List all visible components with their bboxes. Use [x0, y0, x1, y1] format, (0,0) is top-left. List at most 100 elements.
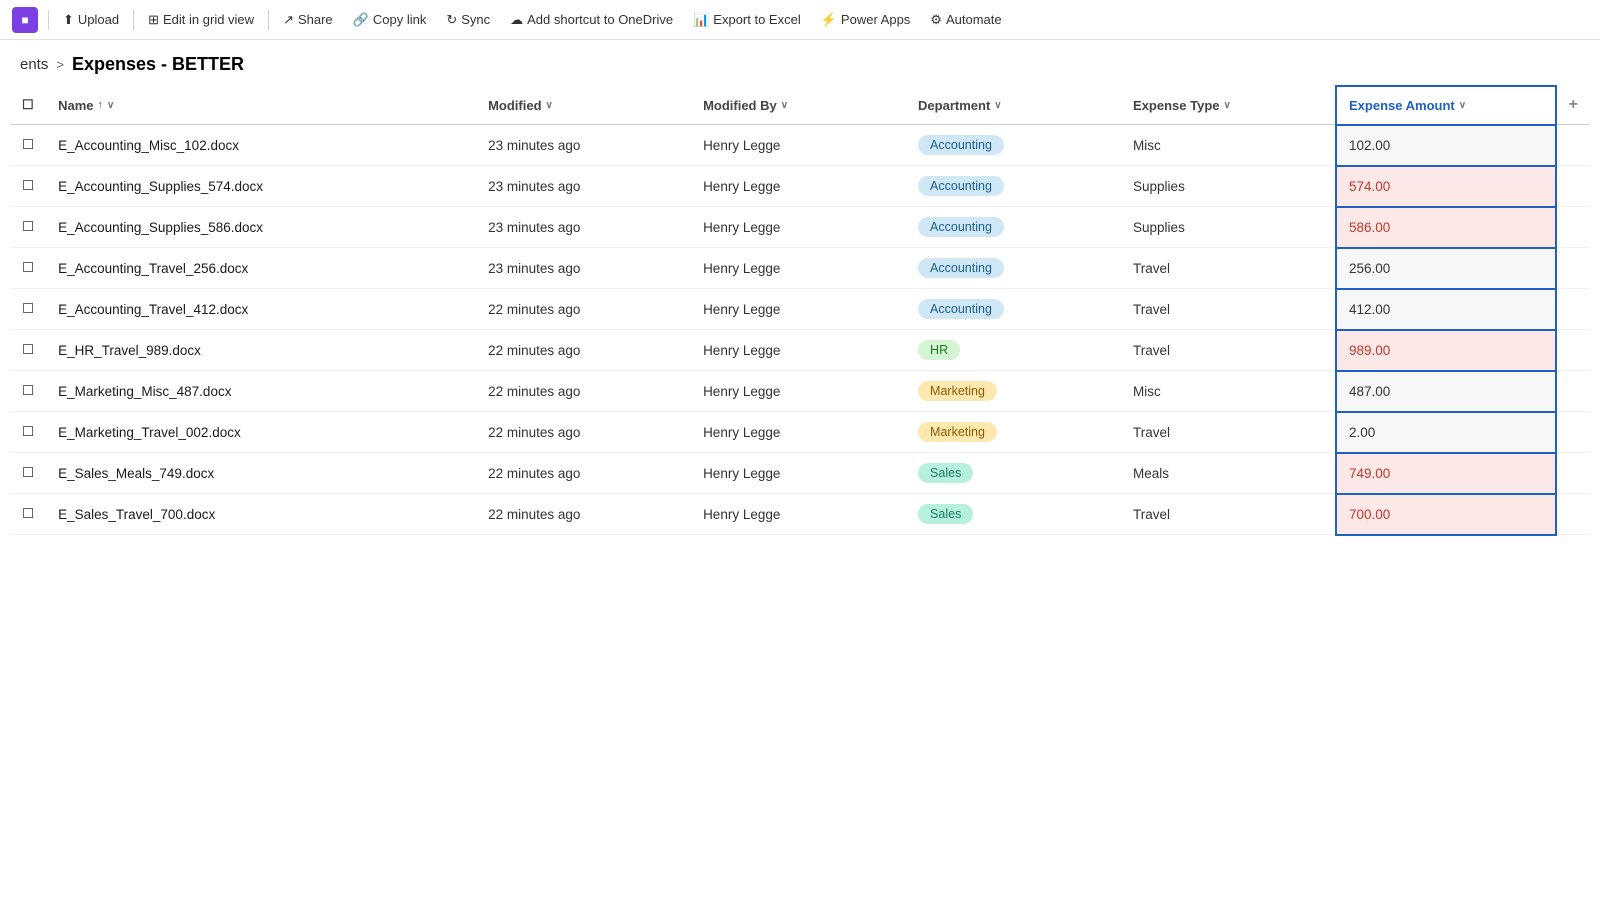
table-row[interactable]: ☐E_HR_Travel_989.docx22 minutes agoHenry… [10, 330, 1590, 371]
department-cell: Accounting [906, 289, 1121, 330]
expense-type-cell: Travel [1121, 289, 1336, 330]
file-name-cell[interactable]: E_Marketing_Misc_487.docx [46, 371, 476, 412]
add-col-cell [1556, 330, 1590, 371]
share-button[interactable]: ↗ Share [275, 8, 341, 32]
table-row[interactable]: ☐E_Accounting_Travel_412.docx22 minutes … [10, 289, 1590, 330]
checkbox-icon: ☐ [22, 383, 34, 398]
department-badge: Accounting [918, 135, 1004, 155]
expense-amount-cell: 989.00 [1336, 330, 1556, 371]
table-row[interactable]: ☐E_Marketing_Travel_002.docx22 minutes a… [10, 412, 1590, 453]
add-col-cell [1556, 248, 1590, 289]
col-header-modified[interactable]: Modified ∨ [476, 86, 691, 125]
add-shortcut-button[interactable]: ☁ Add shortcut to OneDrive [502, 8, 681, 32]
modified-cell: 22 minutes ago [476, 494, 691, 535]
file-name-cell[interactable]: E_Accounting_Supplies_586.docx [46, 207, 476, 248]
expense-type-filter-icon[interactable]: ∨ [1224, 100, 1231, 111]
file-name-cell[interactable]: E_Accounting_Travel_412.docx [46, 289, 476, 330]
expense-type-cell: Supplies [1121, 166, 1336, 207]
row-checkbox[interactable]: ☐ [10, 248, 46, 289]
table-row[interactable]: ☐E_Sales_Travel_700.docx22 minutes agoHe… [10, 494, 1590, 535]
department-cell: Accounting [906, 166, 1121, 207]
add-col-cell [1556, 453, 1590, 494]
checkbox-icon: ☐ [22, 219, 34, 234]
modified-by-cell: Henry Legge [691, 330, 906, 371]
modified-by-cell: Henry Legge [691, 494, 906, 535]
modified-by-filter-icon[interactable]: ∨ [781, 100, 788, 111]
row-checkbox[interactable]: ☐ [10, 207, 46, 248]
modified-cell: 22 minutes ago [476, 330, 691, 371]
onedrive-icon: ☁ [510, 12, 523, 28]
automate-button[interactable]: ⚙ Automate [922, 8, 1009, 32]
row-checkbox[interactable]: ☐ [10, 289, 46, 330]
row-checkbox[interactable]: ☐ [10, 494, 46, 535]
table-row[interactable]: ☐E_Accounting_Supplies_574.docx23 minute… [10, 166, 1590, 207]
checkbox-icon: ☐ [22, 465, 34, 480]
row-checkbox[interactable]: ☐ [10, 453, 46, 494]
toolbar: ■ ⬆ Upload ⊞ Edit in grid view ↗ Share 🔗… [0, 0, 1600, 40]
file-name-cell[interactable]: E_Accounting_Misc_102.docx [46, 125, 476, 166]
expense-amount-filter-icon[interactable]: ∨ [1459, 100, 1466, 111]
file-name-cell[interactable]: E_Accounting_Supplies_574.docx [46, 166, 476, 207]
file-table: ☐ Name ↑ ∨ Modified ∨ [10, 85, 1590, 536]
col-header-expense-amount[interactable]: Expense Amount ∨ [1336, 86, 1556, 125]
table-row[interactable]: ☐E_Sales_Meals_749.docx22 minutes agoHen… [10, 453, 1590, 494]
breadcrumb-parent[interactable]: ents [20, 56, 48, 73]
col-header-expense-type[interactable]: Expense Type ∨ [1121, 86, 1336, 125]
department-cell: Accounting [906, 125, 1121, 166]
table-row[interactable]: ☐E_Marketing_Misc_487.docx22 minutes ago… [10, 371, 1590, 412]
power-apps-button[interactable]: ⚡ Power Apps [813, 8, 919, 32]
expense-type-cell: Misc [1121, 371, 1336, 412]
row-checkbox[interactable]: ☐ [10, 166, 46, 207]
expense-type-cell: Misc [1121, 125, 1336, 166]
add-col-cell [1556, 289, 1590, 330]
modified-cell: 22 minutes ago [476, 289, 691, 330]
modified-by-cell: Henry Legge [691, 289, 906, 330]
table-row[interactable]: ☐ E_Accounting_Supplies_586.docx23 minute… [10, 207, 1590, 248]
file-name-cell[interactable]: E_Accounting_Travel_256.docx [46, 248, 476, 289]
edit-grid-button[interactable]: ⊞ Edit in grid view [140, 8, 262, 32]
expense-amount-cell: 586.00 [1336, 207, 1556, 248]
sort-asc-icon: ↑ [98, 99, 104, 111]
department-cell: Sales [906, 494, 1121, 535]
upload-button[interactable]: ⬆ Upload [55, 8, 127, 32]
department-filter-icon[interactable]: ∨ [994, 100, 1001, 111]
file-name-cell[interactable]: E_Marketing_Travel_002.docx [46, 412, 476, 453]
col-header-name[interactable]: Name ↑ ∨ [46, 86, 476, 125]
row-checkbox[interactable]: ☐ [10, 125, 46, 166]
department-badge: Marketing [918, 422, 997, 442]
modified-by-cell: Henry Legge [691, 207, 906, 248]
table-header: ☐ Name ↑ ∨ Modified ∨ [10, 86, 1590, 125]
table-row[interactable]: ☐ E_Accounting_Travel_256.docx23 minutes … [10, 248, 1590, 289]
file-list-container: ☐ Name ↑ ∨ Modified ∨ [0, 85, 1600, 536]
modified-cell: 23 minutes ago [476, 248, 691, 289]
expense-amount-cell: 412.00 [1336, 289, 1556, 330]
share-icon: ↗ [283, 12, 294, 28]
modified-cell: 23 minutes ago [476, 207, 691, 248]
modified-by-cell: Henry Legge [691, 166, 906, 207]
expense-amount-cell: 487.00 [1336, 371, 1556, 412]
name-filter-icon[interactable]: ∨ [107, 100, 114, 111]
toolbar-divider-3 [268, 10, 269, 30]
breadcrumb-current: Expenses - BETTER [72, 54, 244, 75]
table-row[interactable]: ☐E_Accounting_Misc_102.docx23 minutes ag… [10, 125, 1590, 166]
copy-link-button[interactable]: 🔗 Copy link [345, 8, 435, 32]
add-column-button[interactable]: + [1556, 86, 1590, 125]
row-checkbox[interactable]: ☐ [10, 330, 46, 371]
col-header-department[interactable]: Department ∨ [906, 86, 1121, 125]
file-name-cell[interactable]: E_Sales_Travel_700.docx [46, 494, 476, 535]
export-excel-button[interactable]: 📊 Export to Excel [685, 8, 809, 32]
sync-button[interactable]: ↻ Sync [438, 8, 498, 32]
checkbox-icon: ☐ [22, 260, 34, 275]
row-checkbox[interactable]: ☐ [10, 371, 46, 412]
modified-filter-icon[interactable]: ∨ [546, 100, 553, 111]
checkbox-col-header: ☐ [10, 86, 46, 125]
add-col-cell [1556, 371, 1590, 412]
expense-type-cell: Travel [1121, 494, 1336, 535]
checkbox-icon: ☐ [22, 137, 34, 152]
col-header-modified-by[interactable]: Modified By ∨ [691, 86, 906, 125]
row-checkbox[interactable]: ☐ [10, 412, 46, 453]
file-name-cell[interactable]: E_Sales_Meals_749.docx [46, 453, 476, 494]
file-name-cell[interactable]: E_HR_Travel_989.docx [46, 330, 476, 371]
expense-amount-cell: 574.00 [1336, 166, 1556, 207]
department-badge: Sales [918, 504, 973, 524]
